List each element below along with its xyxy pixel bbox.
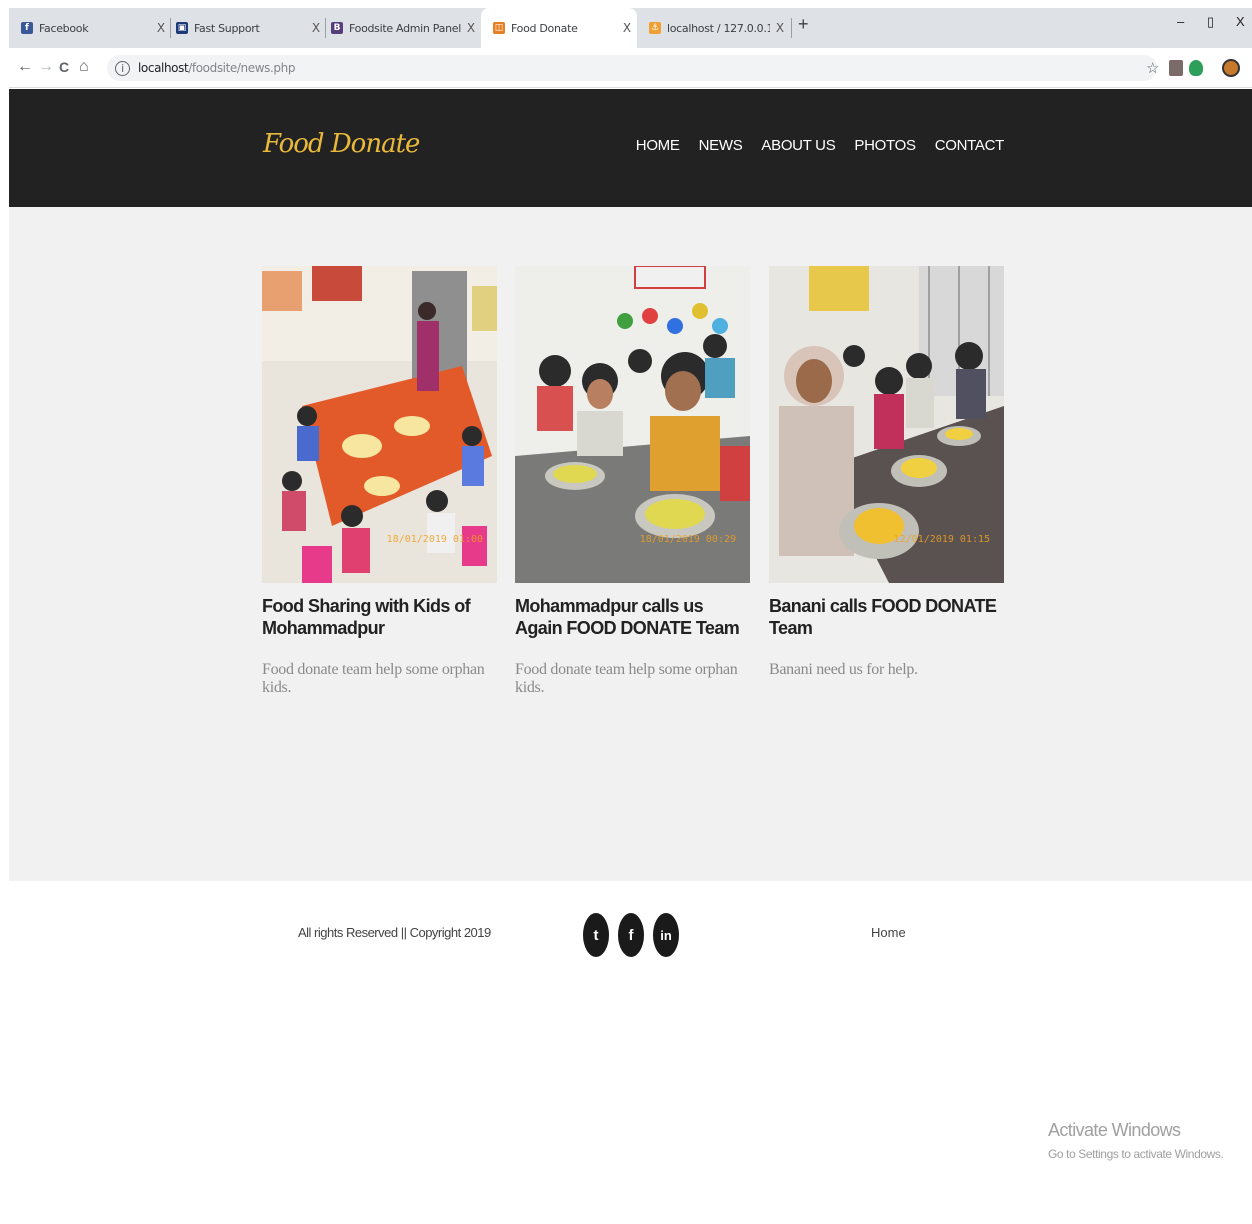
news-photo[interactable]: 18/01/2019 01:00	[262, 266, 497, 583]
news-description: Food donate team help some orphan kids.	[262, 661, 485, 696]
html-icon: ◫	[493, 22, 505, 34]
news-description: Food donate team help some orphan kids.	[515, 661, 738, 696]
bootstrap-icon: B	[331, 22, 343, 34]
tab-close-icon[interactable]: X	[617, 21, 637, 35]
tab-fast-support[interactable]: ▣ Fast Support X	[164, 8, 326, 48]
tab-title: Food Donate	[511, 21, 578, 35]
reload-button[interactable]: C	[59, 59, 69, 75]
news-description: Banani need us for help.	[769, 661, 918, 678]
news-title[interactable]: Mohammadpur calls us Again FOOD DONATE T…	[515, 595, 750, 639]
facebook-icon[interactable]: f	[618, 913, 644, 957]
tab-title: Fast Support	[194, 21, 260, 35]
minimize-button[interactable]: –	[1177, 14, 1184, 29]
tab-facebook[interactable]: f Facebook X	[9, 8, 171, 48]
tab-separator	[791, 18, 792, 38]
site-footer: All rights Reserved || Copyright 2019 t …	[0, 881, 1252, 1001]
support-icon: ▣	[176, 22, 188, 34]
tab-close-icon[interactable]: X	[461, 21, 481, 35]
url-path: /foodsite/news.php	[188, 61, 296, 75]
tab-close-icon[interactable]: X	[770, 21, 790, 35]
copyright-text: All rights Reserved || Copyright 2019	[298, 925, 491, 940]
url-host: localhost	[138, 61, 189, 75]
photo-date-stamp: 18/01/2019 00:29	[639, 534, 736, 545]
nav-photos[interactable]: PHOTOS	[854, 137, 916, 154]
browser-menu-icon[interactable]: ⋮	[1247, 58, 1252, 78]
nav-about-us[interactable]: ABOUT US	[761, 137, 835, 154]
shield-extension-icon[interactable]	[1189, 60, 1203, 76]
activation-subtitle: Go to Settings to activate Windows.	[1048, 1147, 1224, 1161]
windows-activation-watermark: Activate Windows Go to Settings to activ…	[1048, 1120, 1224, 1161]
tab-phpmyadmin[interactable]: ⚓ localhost / 127.0.0.1 / foodsite | p X	[637, 8, 790, 48]
tab-title: Facebook	[39, 21, 89, 35]
linkedin-icon[interactable]: in	[653, 913, 679, 957]
social-links: t f in	[583, 913, 679, 957]
profile-avatar[interactable]	[1222, 59, 1240, 77]
url-field[interactable]: i localhost/foodsite/news.php	[107, 55, 1157, 81]
pdf-extension-icon[interactable]	[1169, 60, 1183, 76]
main-nav: HOME NEWS ABOUT US PHOTOS CONTACT	[636, 137, 1005, 154]
back-button[interactable]: ←	[17, 58, 33, 76]
photo-date-stamp: 12/01/2019 01:15	[893, 534, 990, 545]
new-tab-button[interactable]: +	[798, 14, 809, 35]
nav-contact[interactable]: CONTACT	[935, 137, 1005, 154]
browser-tab-bar: f Facebook X ▣ Fast Support X B Foodsite…	[0, 0, 1252, 50]
phpmyadmin-icon: ⚓	[649, 22, 661, 34]
tab-food-donate[interactable]: ◫ Food Donate X	[481, 8, 637, 48]
nav-home[interactable]: HOME	[636, 137, 680, 154]
address-bar: ← → C ⌂ i localhost/foodsite/news.php ☆ …	[9, 50, 1252, 88]
news-photo[interactable]: 12/01/2019 01:15	[769, 266, 1004, 583]
restore-button[interactable]: ▯	[1207, 14, 1214, 30]
news-card[interactable]: 18/01/2019 00:29 Mohammadpur calls us Ag…	[515, 266, 750, 697]
news-title[interactable]: Banani calls FOOD DONATE Team	[769, 595, 1004, 639]
bookmark-star-icon[interactable]: ☆	[1146, 59, 1159, 77]
tab-admin-panel[interactable]: B Foodsite Admin Panel X	[319, 8, 481, 48]
footer-home-link[interactable]: Home	[871, 925, 906, 940]
nav-news[interactable]: NEWS	[699, 137, 743, 154]
facebook-icon: f	[21, 22, 33, 34]
tab-title: Foodsite Admin Panel	[349, 21, 461, 35]
news-photo[interactable]: 18/01/2019 00:29	[515, 266, 750, 583]
site-logo[interactable]: Food Donate	[263, 129, 420, 159]
activation-title: Activate Windows	[1048, 1120, 1181, 1140]
news-title[interactable]: Food Sharing with Kids of Mohammadpur	[262, 595, 497, 639]
info-icon[interactable]: i	[115, 60, 130, 76]
news-card[interactable]: 12/01/2019 01:15 Banani calls FOOD DONAT…	[769, 266, 1004, 679]
site-body: Food Donate HOME NEWS ABOUT US PHOTOS CO…	[9, 89, 1252, 881]
tab-title: localhost / 127.0.0.1 / foodsite | p	[667, 21, 770, 35]
twitter-icon[interactable]: t	[583, 913, 609, 957]
forward-button[interactable]: →	[38, 58, 54, 76]
home-button[interactable]: ⌂	[79, 58, 89, 76]
site-header: Food Donate HOME NEWS ABOUT US PHOTOS CO…	[9, 89, 1252, 207]
photo-date-stamp: 18/01/2019 01:00	[386, 534, 483, 545]
news-card[interactable]: 18/01/2019 01:00 Food Sharing with Kids …	[262, 266, 497, 697]
window-close-button[interactable]: X	[1236, 14, 1245, 29]
